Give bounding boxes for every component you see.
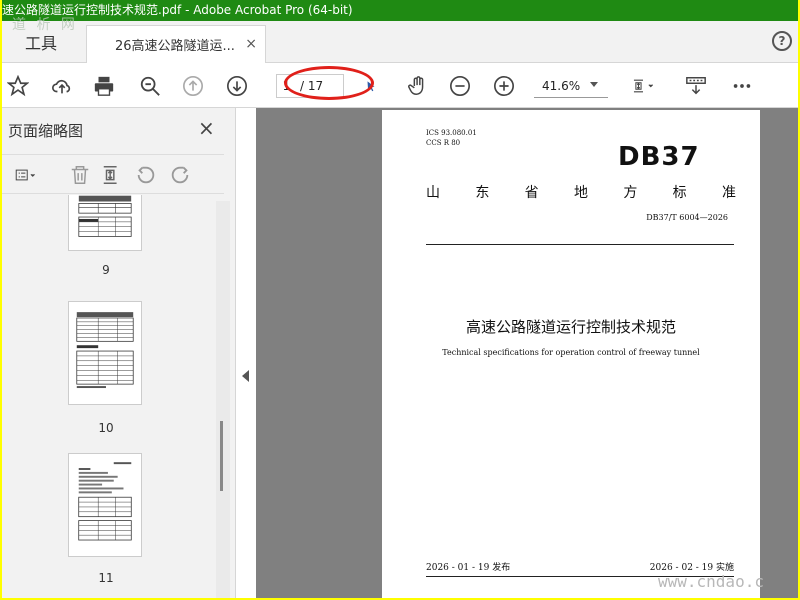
standard-number: DB37/T 6004—2026	[646, 213, 728, 222]
ics-code: ICS 93.080.01 CCS R 80	[426, 128, 477, 148]
main-toolbar: 1 / 17 41.6%	[2, 64, 798, 108]
scrollbar-thumb[interactable]	[220, 421, 223, 491]
zoom-dropdown-chevron-icon[interactable]	[590, 82, 598, 87]
help-icon[interactable]: ?	[772, 31, 792, 51]
thumbnail-label: 10	[98, 421, 114, 435]
ccs-line: CCS R 80	[426, 139, 461, 147]
thumbnail-panel: 页面缩略图 × 9 10 11	[2, 108, 236, 598]
watermark-bottom: www.cndao.c	[658, 572, 764, 591]
more-tools-icon[interactable]	[730, 74, 754, 98]
options-menu-icon[interactable]	[8, 163, 44, 187]
zoom-out-icon[interactable]	[448, 74, 472, 98]
panel-toolbar	[2, 154, 224, 194]
issue-date: 2026 - 01 - 19 发布	[426, 563, 511, 573]
panel-title: 页面缩略图	[8, 122, 84, 140]
hand-tool-icon[interactable]	[406, 74, 430, 98]
cloud-upload-icon[interactable]	[50, 74, 74, 98]
db-code: DB37	[618, 142, 700, 172]
header-rule	[426, 244, 734, 245]
zoom-search-icon[interactable]	[138, 74, 162, 98]
extract-page-icon[interactable]	[100, 163, 124, 187]
rotate-left-icon[interactable]	[134, 163, 158, 187]
tab-document-label: 26高速公路隧道运...	[115, 39, 235, 54]
fit-page-icon[interactable]	[626, 74, 660, 98]
page-down-icon[interactable]	[225, 74, 249, 98]
document-view[interactable]: ICS 93.080.01 CCS R 80 DB37 山 东 省 地 方 标 …	[256, 108, 798, 598]
standard-char: 省	[524, 185, 539, 201]
standard-type: 山 东 省 地 方 标 准	[426, 182, 736, 202]
standard-char: 山	[426, 185, 440, 201]
standard-char: 准	[721, 185, 736, 201]
acrobat-window: 速公路隧道运行控制技术规范.pdf - Adobe Acrobat Pro (6…	[2, 0, 798, 598]
tab-bar: 工具 26高速公路隧道运... × ?	[2, 21, 798, 63]
annotation-ellipse	[284, 66, 374, 100]
thumbnail-scrollbar[interactable]	[216, 201, 230, 598]
document-title: 高速公路隧道运行控制技术规范	[465, 318, 676, 336]
print-icon[interactable]	[92, 74, 116, 98]
standard-char: 标	[672, 185, 687, 201]
tab-document[interactable]: 26高速公路隧道运... ×	[86, 25, 266, 63]
bookmark-star-icon[interactable]	[6, 74, 30, 98]
scroll-mode-icon[interactable]	[684, 74, 708, 98]
watermark-top: 道 析 网	[12, 17, 78, 33]
standard-char: 方	[623, 185, 638, 201]
rotate-right-icon[interactable]	[168, 163, 192, 187]
window-title-bar: 速公路隧道运行控制技术规范.pdf - Adobe Acrobat Pro (6…	[2, 0, 798, 21]
zoom-in-icon[interactable]	[492, 74, 516, 98]
thumbnail-label: 11	[98, 571, 114, 585]
collapse-panel-icon[interactable]	[242, 370, 249, 382]
document-title-english: Technical specifications for operation c…	[442, 348, 700, 357]
thumbnail-label: 9	[102, 263, 110, 277]
standard-char: 地	[573, 185, 588, 201]
ics-line: ICS 93.080.01	[426, 129, 477, 137]
document-page: ICS 93.080.01 CCS R 80 DB37 山 东 省 地 方 标 …	[382, 110, 760, 598]
thumbnail-page-10[interactable]	[68, 301, 142, 405]
thumbnail-page-11[interactable]	[68, 453, 142, 557]
page-up-icon[interactable]	[181, 74, 205, 98]
standard-char: 东	[475, 185, 490, 201]
panel-close-icon[interactable]: ×	[198, 116, 215, 140]
delete-page-icon[interactable]	[68, 163, 92, 187]
thumbnail-list: 9 10 11	[2, 195, 224, 598]
tab-close-icon[interactable]: ×	[245, 36, 257, 52]
thumbnail-page-9[interactable]	[68, 195, 142, 251]
